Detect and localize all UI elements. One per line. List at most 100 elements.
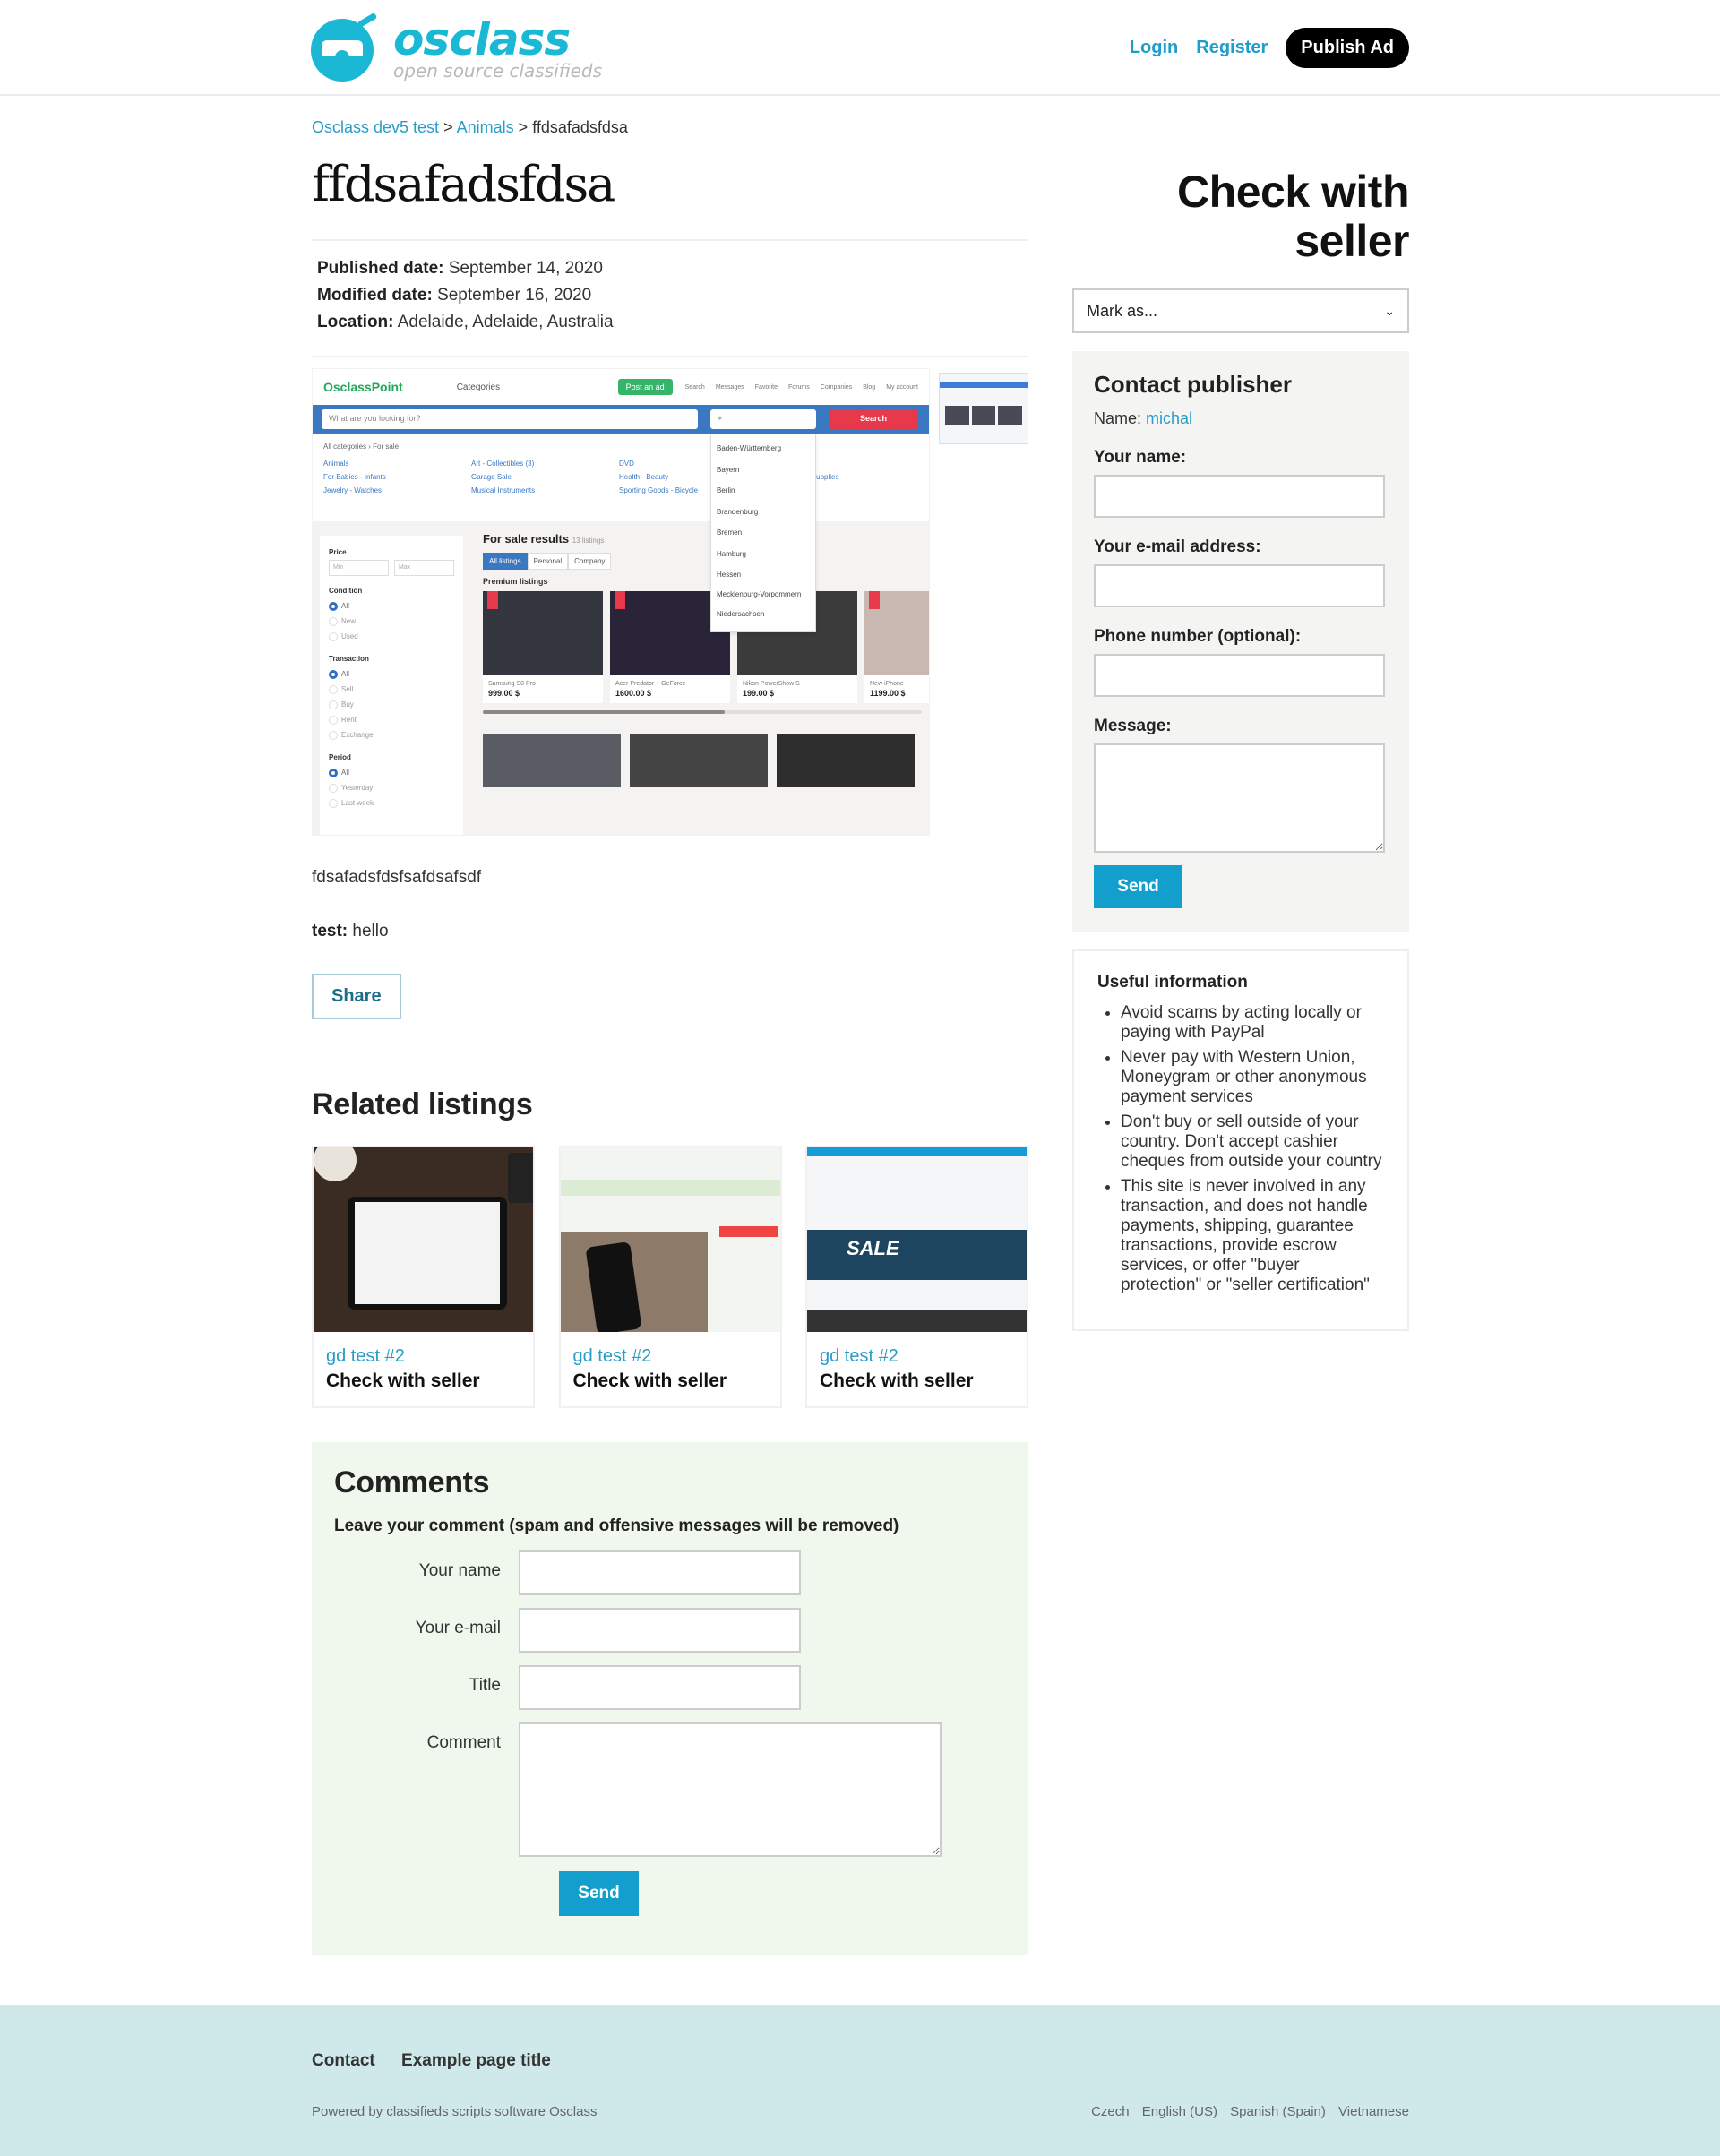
related-listing-price: Check with seller: [572, 1370, 727, 1391]
listing-description: fdsafadsfdsfsafdsafsdf: [312, 868, 482, 887]
location: Location: Adelaide, Adelaide, Australia: [317, 313, 614, 331]
published-date: Published date: September 14, 2020: [317, 259, 603, 278]
contact-phone-input[interactable]: [1094, 654, 1385, 697]
photo-post-ad: Post an ad: [617, 379, 673, 395]
register-link[interactable]: Register: [1196, 38, 1268, 58]
useful-title: Useful information: [1097, 973, 1248, 992]
useful-information: Useful information Avoid scams by acting…: [1072, 949, 1409, 1331]
site-footer: Contact Example page title Powered by cl…: [0, 2005, 1720, 2156]
site-header: osclass open source classifieds Login Re…: [0, 0, 1720, 96]
listing-photo-gallery: OsclassPoint Categories Post an ad Searc…: [312, 368, 1028, 836]
photo-category-grid: Animals Art - Collectibles (3) DVD For Bab…: [323, 460, 839, 494]
comment-name-label: Your name: [418, 1561, 501, 1580]
related-listing-card[interactable]: gd test #2 Check with seller: [558, 1146, 782, 1408]
comments-title: Comments: [334, 1465, 490, 1499]
header-nav: Login Register Publish Ad: [1130, 28, 1409, 68]
listing-meta: Published date: September 14, 2020 Modif…: [312, 241, 1028, 348]
contact-name-input[interactable]: [1094, 475, 1385, 518]
site-logo[interactable]: osclass open source classifieds: [311, 12, 603, 82]
comments-section: Comments Leave your comment (spam and of…: [312, 1442, 1028, 1955]
related-listing-card[interactable]: SALE gd test #2 Check with seller: [805, 1146, 1028, 1408]
photo-premium-card: Samsung S8 Pro 999.00 $: [483, 591, 603, 703]
photo-location-select: ⌖: [710, 409, 816, 429]
comment-name-input[interactable]: [519, 1550, 801, 1595]
login-link[interactable]: Login: [1130, 38, 1178, 58]
useful-list: Avoid scams by acting locally or paying …: [1097, 1003, 1384, 1295]
related-listing-price: Check with seller: [326, 1370, 480, 1391]
ninja-logo-icon: [311, 12, 383, 82]
comment-send-button[interactable]: Send: [559, 1871, 639, 1916]
footer-page-link[interactable]: Example page title: [401, 2051, 551, 2070]
breadcrumb-separator: >: [443, 118, 453, 136]
photo-filters: Price Min Max Condition All New Used Tran…: [320, 536, 463, 835]
listing-main-photo[interactable]: OsclassPoint Categories Post an ad Searc…: [312, 368, 930, 836]
powered-by[interactable]: Powered by classifieds scripts software …: [312, 2104, 597, 2119]
comment-title-label: Title: [469, 1676, 501, 1695]
useful-item: This site is never involved in any trans…: [1121, 1177, 1384, 1295]
photo-thumbnail[interactable]: [939, 373, 1028, 444]
related-listing-card[interactable]: gd test #2 Check with seller: [312, 1146, 535, 1408]
related-listing-title[interactable]: gd test #2: [807, 1332, 1027, 1370]
listing-main: Osclass dev5 test > Animals > ffdsafadsf…: [312, 96, 1028, 1955]
language-czech[interactable]: Czech: [1091, 2104, 1130, 2119]
contact-message-textarea[interactable]: [1094, 743, 1385, 853]
footer-links: Contact Example page title: [312, 2051, 572, 2071]
modified-date: Modified date: September 16, 2020: [317, 286, 592, 305]
language-switcher: Czech English (US) Spanish (Spain) Vietn…: [1082, 2104, 1409, 2119]
related-listing-title[interactable]: gd test #2: [314, 1332, 533, 1370]
related-listing-title[interactable]: gd test #2: [561, 1332, 780, 1370]
related-listing-thumbnail[interactable]: [560, 1147, 780, 1332]
photo-region-dropdown: Baden-Württemberg Bayern Berlin Brandenbur…: [710, 434, 816, 632]
publish-ad-button[interactable]: Publish Ad: [1286, 28, 1409, 68]
breadcrumb-separator: >: [518, 118, 529, 136]
contact-email-label: Your e-mail address:: [1094, 537, 1261, 556]
contact-email-input[interactable]: [1094, 564, 1385, 607]
language-vietnamese[interactable]: Vietnamese: [1338, 2104, 1409, 2119]
photo-premium-card: New iPhone 1199.00 $: [864, 591, 929, 703]
comment-email-label: Your e-mail: [415, 1619, 501, 1637]
useful-item: Never pay with Western Union, Moneygram …: [1121, 1048, 1384, 1107]
comment-email-input[interactable]: [519, 1608, 801, 1653]
logo-wordmark: osclass: [393, 13, 571, 65]
language-english[interactable]: English (US): [1142, 2104, 1217, 2119]
photo-top-icons: Search Messages Favorite Forums Companies Blo…: [684, 383, 918, 391]
related-listing-price: Check with seller: [820, 1370, 974, 1391]
related-listing-thumbnail[interactable]: SALE: [807, 1147, 1027, 1332]
comment-title-input[interactable]: [519, 1665, 801, 1710]
mark-as-select[interactable]: Mark as... ⌄: [1072, 288, 1409, 333]
chevron-down-icon: ⌄: [1384, 303, 1395, 318]
related-listing-thumbnail[interactable]: [314, 1147, 533, 1332]
listing-price: Check with seller: [1177, 167, 1409, 266]
contact-publisher-form: Contact publisher Name: michal Your name…: [1072, 351, 1409, 932]
related-listings: gd test #2 Check with seller gd test #2 …: [312, 1146, 1028, 1408]
useful-item: Don't buy or sell outside of your countr…: [1121, 1112, 1384, 1172]
language-spanish[interactable]: Spanish (Spain): [1230, 2104, 1326, 2119]
photo-categories: Categories: [456, 382, 501, 392]
photo-site-logo: OsclassPoint: [323, 380, 403, 394]
breadcrumb-current: ffdsafadsfdsa: [532, 118, 628, 136]
publisher-link[interactable]: michal: [1146, 409, 1192, 427]
publisher-name: Name: michal: [1094, 409, 1193, 427]
breadcrumb-home[interactable]: Osclass dev5 test: [312, 118, 439, 136]
footer-contact-link[interactable]: Contact: [312, 2051, 375, 2070]
photo-search-bar: What are you looking for? ⌖ Search: [313, 405, 929, 434]
custom-field: test: hello: [312, 922, 389, 941]
contact-send-button[interactable]: Send: [1094, 865, 1182, 908]
listing-sidebar: Check with seller Mark as... ⌄ Contact p…: [1072, 96, 1410, 1331]
comment-body-label: Comment: [426, 1733, 501, 1752]
contact-title: Contact publisher: [1094, 371, 1293, 398]
logo-tagline: open source classifieds: [393, 60, 603, 82]
comment-body-textarea[interactable]: [519, 1722, 942, 1857]
listing-title: ffdsafadsfdsa: [312, 156, 615, 212]
divider: [312, 356, 1028, 357]
share-button[interactable]: Share: [312, 974, 401, 1019]
breadcrumb-category[interactable]: Animals: [457, 118, 514, 136]
contact-name-label: Your name:: [1094, 448, 1187, 467]
breadcrumb: Osclass dev5 test > Animals > ffdsafadsf…: [312, 118, 1028, 137]
useful-item: Avoid scams by acting locally or paying …: [1121, 1003, 1384, 1043]
related-listings-title: Related listings: [312, 1087, 533, 1121]
comments-note: Leave your comment (spam and offensive m…: [334, 1516, 899, 1535]
photo-results: For sale results 13 listings All listing…: [483, 532, 929, 787]
contact-message-label: Message:: [1094, 717, 1172, 735]
contact-phone-label: Phone number (optional):: [1094, 627, 1302, 646]
